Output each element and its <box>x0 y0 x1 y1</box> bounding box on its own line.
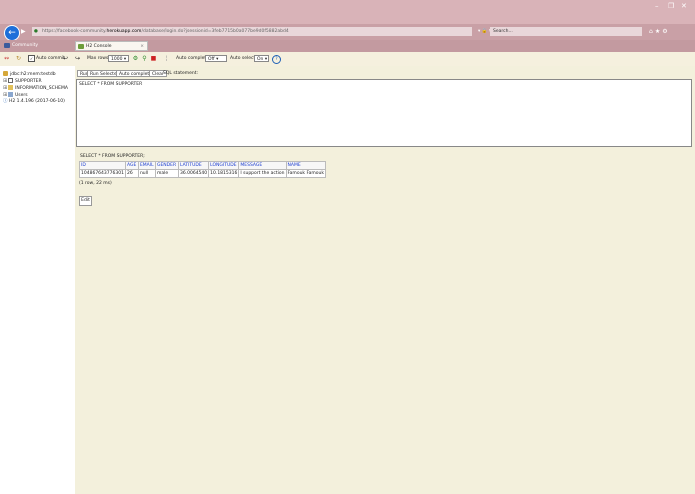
h2-toolbar: ↭ ↻ ✓ Auto commit ↩ ↪ Max rows: 1000 ▾ ⚙… <box>0 52 695 67</box>
tab-label: H2 Console <box>86 44 112 49</box>
forward-arrow-icon: ▶ <box>21 28 26 35</box>
run-icon[interactable]: ⚙ <box>132 55 139 62</box>
favicon-icon: ● <box>34 29 38 34</box>
tab-strip: Community H2 Console × <box>0 40 695 52</box>
column-header[interactable]: LONGITUDE <box>208 161 240 170</box>
info-icon: ⓘ <box>3 99 8 104</box>
maxrows-label: Max rows: <box>87 56 110 61</box>
maxrows-value: 1000 <box>111 57 123 62</box>
maxrows-select[interactable]: 1000 ▾ <box>108 55 129 62</box>
tree-node-supporter[interactable]: ⊞ SUPPORTER <box>3 78 42 85</box>
disconnect-icon[interactable]: ↭ <box>3 55 10 62</box>
column-header[interactable]: AGE <box>124 161 139 170</box>
schema-tree: jdbc:h2:mem:testdb ⊞ SUPPORTER ⊞ INFORMATI… <box>0 66 75 494</box>
autoselect-select[interactable]: On ▾ <box>254 55 269 62</box>
tree-node-label: H2 1.4.196 (2017-06-10) <box>8 99 65 104</box>
url-path: /database/login.do?jsessionid=3feb7715b0… <box>141 29 289 34</box>
separator-icon: ¦ <box>165 55 168 62</box>
table-cell[interactable]: 10.1815316 <box>208 169 240 178</box>
close-window-button[interactable]: ✕ <box>681 2 687 10</box>
table-cell[interactable]: 26 <box>124 169 139 178</box>
tree-node-label: INFORMATION_SCHEMA <box>15 86 68 91</box>
address-field[interactable]: ● https://facebook-community.herokuapp.c… <box>32 27 472 36</box>
edit-button[interactable]: Edit <box>79 196 92 206</box>
column-header[interactable]: GENDER <box>154 161 179 170</box>
tab-h2-console[interactable]: H2 Console × <box>75 41 148 51</box>
tree-node-version: ⓘ H2 1.4.196 (2017-06-10) <box>3 99 65 105</box>
refresh-tree-icon[interactable]: ↻ <box>15 55 22 62</box>
column-header[interactable]: LATITUDE <box>177 161 210 170</box>
url-domain: herokuapp.com <box>106 29 142 34</box>
tab-community[interactable]: Community <box>2 41 72 51</box>
commit-icon[interactable]: ↪ <box>74 55 81 62</box>
tree-node-information-schema[interactable]: ⊞ INFORMATION_SCHEMA <box>3 85 68 92</box>
minimize-button[interactable]: – <box>655 2 659 10</box>
browser-right-icons: ⌂★⚙ <box>649 27 670 36</box>
url-prefix: https://facebook-community. <box>42 29 107 34</box>
column-header[interactable]: ID <box>79 161 126 170</box>
restore-button[interactable]: ❐ <box>668 2 674 10</box>
dropdown-icon[interactable]: ▾ <box>478 29 480 34</box>
column-header[interactable]: NAME <box>285 161 326 170</box>
rollback-icon[interactable]: ↩ <box>62 55 69 62</box>
tree-node-connection[interactable]: jdbc:h2:mem:testdb <box>3 71 56 78</box>
help-icon[interactable]: ? <box>272 55 281 64</box>
sql-statement-label: SQL statement: <box>163 71 199 76</box>
users-icon <box>8 92 13 97</box>
community-favicon-icon <box>4 43 10 48</box>
table-cell[interactable]: null <box>137 169 156 178</box>
autocomplete-select[interactable]: Off ▾ <box>205 55 227 62</box>
table-row: 104867643776301 26 null male 36.0064540 … <box>79 169 326 178</box>
h2-favicon-icon <box>78 44 84 49</box>
table-cell[interactable]: male <box>154 169 179 178</box>
result-query-title: SELECT * FROM SUPPORTER; <box>80 154 145 159</box>
back-arrow-icon: ← <box>8 28 16 38</box>
table-cell[interactable]: 104867643776301 <box>79 169 126 178</box>
table-cell[interactable]: 36.0064540 <box>177 169 210 178</box>
table-header-row: ID AGE EMAIL GENDER LATITUDE LONGITUDE M… <box>79 161 326 170</box>
result-table: ID AGE EMAIL GENDER LATITUDE LONGITUDE M… <box>79 161 326 178</box>
autocommit-label: Auto commit <box>36 56 65 61</box>
folder-icon <box>8 85 13 90</box>
tab-label: Community <box>12 43 39 48</box>
lock-icon[interactable]: 🔒 <box>482 29 488 34</box>
tree-node-label: jdbc:h2:mem:testdb <box>10 72 56 77</box>
tree-node-label: SUPPORTER <box>15 79 42 84</box>
table-icon <box>8 78 13 83</box>
autocomplete-value: Off <box>208 57 215 62</box>
autocomplete-label: Auto complete <box>176 56 209 61</box>
back-button[interactable]: ← <box>4 25 20 41</box>
autocommit-checkbox[interactable]: ✓ <box>28 55 35 62</box>
column-header[interactable]: EMAIL <box>137 161 156 170</box>
table-cell[interactable]: I support the action <box>238 169 287 178</box>
address-bar-row: ← ▶ ● https://facebook-community.herokua… <box>0 24 695 41</box>
column-header[interactable]: MESSAGE <box>238 161 287 170</box>
autoselect-label: Auto select <box>230 56 256 61</box>
close-tab-icon[interactable]: × <box>140 42 144 52</box>
autoselect-value: On <box>257 57 264 62</box>
browser-title-bar: – ❐ ✕ <box>0 0 695 24</box>
sql-editor[interactable]: SELECT * FROM SUPPORTER <box>76 79 692 147</box>
run-selected-icon[interactable]: ⚲ <box>141 55 148 62</box>
row-count: (1 row, 22 ms) <box>79 181 112 186</box>
tree-node-label: Users <box>15 93 28 98</box>
stop-icon[interactable]: ■ <box>150 55 157 62</box>
tree-node-users[interactable]: ⊞ Users <box>3 92 28 99</box>
table-cell[interactable]: Famouk Famouk <box>285 169 326 178</box>
database-icon <box>3 71 8 76</box>
search-input[interactable]: Search... <box>490 27 642 36</box>
settings-icon[interactable]: ⚙ <box>662 28 669 35</box>
forward-button[interactable]: ▶ <box>21 28 29 36</box>
